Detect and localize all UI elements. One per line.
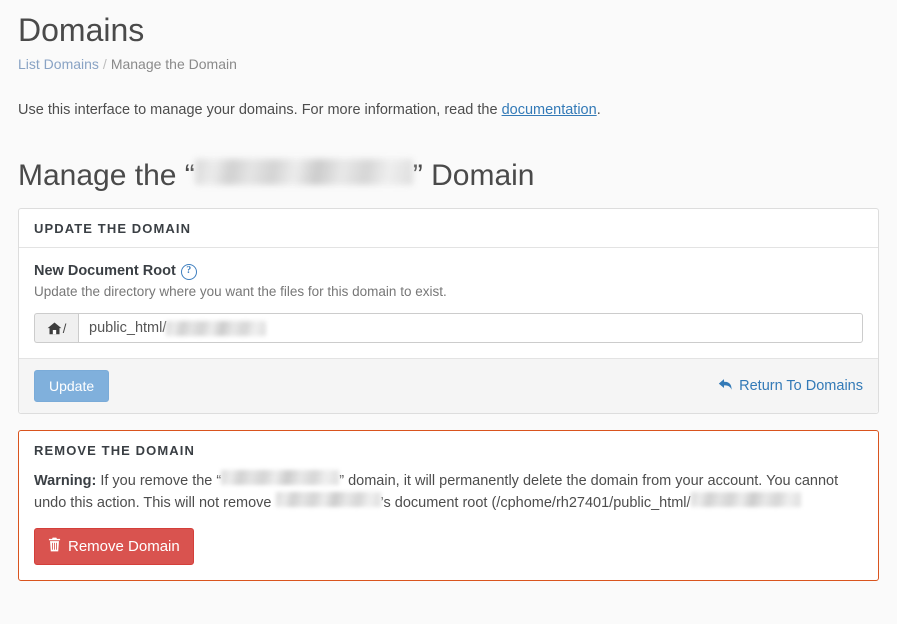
new-document-root-label-text: New Document Root [34,263,176,279]
new-document-root-help: Update the directory where you want the … [34,284,447,299]
new-document-root-label: New Document Root ? [34,263,863,280]
intro-text: Use this interface to manage your domain… [18,100,879,120]
document-root-addon: / [34,313,78,343]
document-root-input[interactable]: public_html/ [78,313,863,343]
intro-text-after: . [596,102,601,118]
remove-panel-heading: REMOVE THE DOMAIN [34,443,195,458]
remove-panel-body: Warning: If you remove the “” domain, it… [19,466,878,580]
update-panel-heading: UPDATE THE DOMAIN [19,209,878,248]
redacted-domain-name-input [166,320,267,336]
trash-icon [48,537,61,556]
home-icon [47,322,62,335]
breadcrumb-link-list-domains[interactable]: List Domains [18,56,99,72]
page-container: Domains List Domains / Manage the Domain U… [0,0,897,581]
page-title: Domains [18,12,145,48]
breadcrumb-current: Manage the Domain [110,56,237,72]
document-root-input-value: public_html/ [89,320,167,336]
breadcrumb-separator: / [102,56,107,72]
remove-warning-text: Warning: If you remove the “” domain, it… [34,470,863,514]
redacted-domain-name-heading [194,159,413,185]
redacted-domain-name-warning-2 [275,492,381,507]
manage-heading-prefix: Manage the “ [18,159,195,192]
addon-slash: / [62,320,67,336]
redacted-domain-name-warning-1 [221,470,340,485]
documentation-link[interactable]: documentation [502,102,597,118]
manage-domain-heading: Manage the “ ” Domain [18,158,879,194]
question-circle-icon[interactable]: ? [180,264,197,280]
update-panel-body: New Document Root ? Update the directory… [19,248,878,358]
return-to-domains-label: Return To Domains [739,378,863,394]
document-root-input-group: / public_html/ [34,313,863,343]
update-button[interactable]: Update [34,370,110,402]
reply-arrow-icon [718,378,733,395]
intro-text-before: Use this interface to manage your domain… [18,102,502,118]
update-domain-panel: UPDATE THE DOMAIN New Document Root ? Up… [18,208,879,414]
remove-domain-button[interactable]: Remove Domain [34,528,194,565]
warning-part-1: If you remove the “ [96,473,222,489]
redacted-domain-name-warning-3 [690,492,801,507]
warning-part-3: ’s document root (/cphome/rh27401/public… [380,495,691,511]
warning-label: Warning: [34,473,97,489]
manage-heading-suffix: ” Domain [412,159,535,192]
remove-domain-panel: REMOVE THE DOMAIN Warning: If you remove… [18,430,879,581]
update-panel-footer: Update Return To Domains [19,358,878,413]
return-to-domains-link[interactable]: Return To Domains [718,378,863,395]
remove-domain-button-label: Remove Domain [68,537,180,555]
breadcrumb: List Domains / Manage the Domain [18,54,879,74]
